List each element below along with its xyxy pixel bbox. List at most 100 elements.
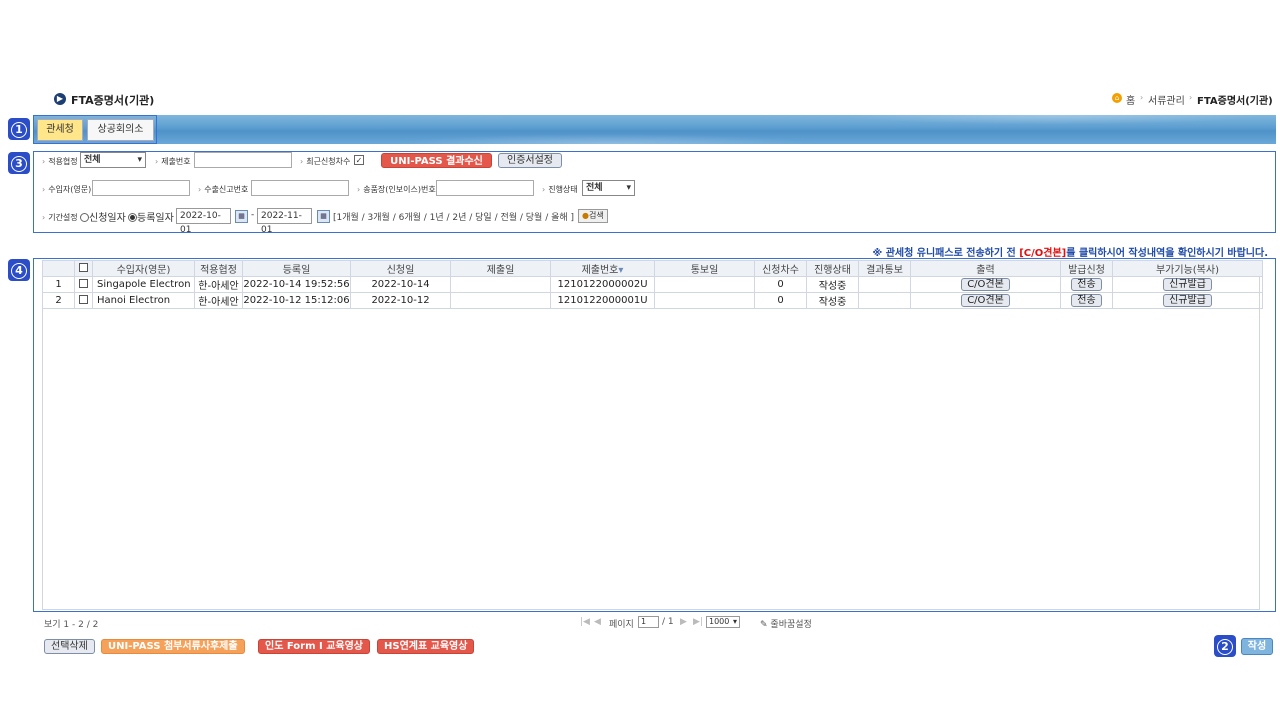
applied-cell: 2022-10-14	[350, 276, 451, 293]
notified-cell	[654, 276, 755, 293]
date-from-input[interactable]: 2022-10-01	[176, 208, 231, 235]
export-decl-input[interactable]	[251, 180, 349, 196]
write-button[interactable]: 작성	[1241, 638, 1273, 655]
column-settings-link[interactable]: ✎ 줄바꿈설정	[760, 617, 812, 630]
status-cell: 작성중	[806, 276, 859, 293]
last-page-icon[interactable]: ▶|	[693, 617, 703, 627]
date-to-input[interactable]: 2022-11-01	[257, 208, 312, 235]
calendar-icon[interactable]: ▦	[235, 210, 248, 223]
submit-no-label: 제출번호	[155, 156, 190, 167]
title-arrow-icon: ▶	[54, 93, 66, 105]
chevron-down-icon: ▾	[626, 183, 631, 193]
print-cell: C/O견본	[910, 292, 1061, 309]
col-agreement[interactable]: 적용협정	[194, 260, 243, 277]
registered-cell: 2022-10-14 19:52:56	[242, 276, 351, 293]
importer-cell[interactable]: Hanoi Electron	[92, 292, 195, 309]
col-importer[interactable]: 수입자(영문)	[92, 260, 195, 277]
row-checkbox-cell[interactable]	[74, 292, 93, 309]
first-page-icon[interactable]: |◀	[580, 617, 590, 627]
col-applied[interactable]: 신청일	[350, 260, 451, 277]
result-cell	[858, 292, 911, 309]
new-issue-button[interactable]: 신규발급	[1163, 278, 1212, 291]
col-select-all[interactable]	[74, 260, 93, 277]
breadcrumb-docs[interactable]: 서류관리	[1148, 92, 1185, 107]
radio-selected-icon	[128, 213, 137, 222]
co-sample-button[interactable]: C/O견본	[961, 294, 1010, 307]
send-button[interactable]: 전송	[1071, 278, 1102, 291]
unipass-attach-button[interactable]: UNI-PASS 첨부서류사후제출	[101, 639, 245, 654]
tab-chamber-of-commerce[interactable]: 상공회의소	[87, 119, 154, 141]
new-issue-button[interactable]: 신규발급	[1163, 294, 1212, 307]
row-number: 1	[42, 276, 75, 293]
india-form-video-button[interactable]: 인도 Form I 교육영상	[258, 639, 371, 654]
status-select[interactable]: 전체 ▾	[582, 180, 635, 196]
agreement-cell: 한-아세안	[194, 292, 243, 309]
delete-selected-button[interactable]: 선택삭제	[44, 639, 95, 654]
breadcrumb-sep-icon: ›	[1189, 93, 1193, 102]
page-size-select[interactable]: 1000 ▾	[706, 616, 740, 628]
chevron-down-icon: ▾	[732, 617, 737, 626]
col-status[interactable]: 진행상태	[806, 260, 859, 277]
col-submitted[interactable]: 제출일	[450, 260, 551, 277]
wrench-icon: ✎	[760, 620, 768, 630]
next-page-icon[interactable]: ▶	[680, 617, 687, 627]
submit-no-cell: 1210122000002U	[550, 276, 655, 293]
col-submit-no[interactable]: 제출번호▾	[550, 260, 655, 277]
col-round[interactable]: 신청차수	[754, 260, 807, 277]
tab-band-decoration	[160, 115, 1276, 144]
importer-cell[interactable]: Singapole Electron	[92, 276, 195, 293]
issue-cell: 전송	[1060, 276, 1113, 293]
agreement-cell: 한-아세안	[194, 276, 243, 293]
calendar-icon[interactable]: ▦	[317, 210, 330, 223]
page-input[interactable]: 1	[638, 616, 659, 628]
marker-2: 2	[1214, 635, 1236, 657]
submitted-cell	[450, 292, 551, 309]
registered-cell: 2022-10-12 15:12:06	[242, 292, 351, 309]
submit-no-input[interactable]	[194, 152, 292, 168]
round-cell: 0	[754, 276, 807, 293]
latest-round-checkbox[interactable]: ✓	[354, 155, 364, 165]
col-copy[interactable]: 부가기능(복사)	[1112, 260, 1263, 277]
col-print[interactable]: 출력	[910, 260, 1061, 277]
quick-period-links[interactable]: [1개월 / 3개월 / 6개월 / 1년 / 2년 / 당일 / 전월 / 당…	[333, 210, 574, 223]
co-sample-button[interactable]: C/O견본	[961, 278, 1010, 291]
send-button[interactable]: 전송	[1071, 294, 1102, 307]
col-result[interactable]: 결과통보	[858, 260, 911, 277]
radio-register-date[interactable]: 등록일자	[128, 209, 174, 224]
col-num	[42, 260, 75, 277]
issue-cell: 전송	[1060, 292, 1113, 309]
export-decl-label: 수출신고번호	[198, 184, 248, 195]
hs-table-video-button[interactable]: HS연계표 교육영상	[377, 639, 475, 654]
page-total: / 1	[662, 617, 674, 627]
importer-input[interactable]	[92, 180, 190, 196]
unipass-receive-button[interactable]: UNI-PASS 결과수신	[381, 153, 492, 168]
period-label: 기간설정	[42, 212, 77, 223]
select-all-checkbox[interactable]	[79, 263, 88, 272]
radio-apply-date[interactable]: 신청일자	[80, 209, 126, 224]
notice-text: ※ 관세청 유니패스로 전송하기 전 [C/O견본]를 클릭하시어 작성내역을 …	[872, 248, 1268, 259]
invoice-input[interactable]	[436, 180, 534, 196]
marker-1: 1	[8, 118, 30, 140]
table-row[interactable]: 2 Hanoi Electron 한-아세안 2022-10-12 15:12:…	[42, 292, 1263, 309]
cert-settings-button[interactable]: 인증서설정	[498, 153, 562, 168]
agreement-select[interactable]: 전체 ▾	[80, 152, 146, 168]
col-issue[interactable]: 발급신청	[1060, 260, 1113, 277]
home-icon[interactable]: ⌂	[1112, 93, 1122, 103]
tab-customs[interactable]: 관세청	[37, 119, 83, 141]
breadcrumb-current: FTA증명서(기관)	[1197, 96, 1273, 107]
row-checkbox-cell[interactable]	[74, 276, 93, 293]
row-number: 2	[42, 292, 75, 309]
prev-page-icon[interactable]: ◀	[594, 617, 601, 627]
copy-cell: 신규발급	[1112, 292, 1263, 309]
result-cell	[858, 276, 911, 293]
search-button[interactable]: ●검색	[578, 209, 608, 223]
col-registered[interactable]: 등록일	[242, 260, 351, 277]
col-notified[interactable]: 통보일	[654, 260, 755, 277]
breadcrumb-home[interactable]: 홈	[1126, 92, 1135, 107]
row-checkbox[interactable]	[79, 295, 88, 304]
marker-4: 4	[8, 259, 30, 281]
row-checkbox[interactable]	[79, 279, 88, 288]
magnifier-icon: ●	[582, 211, 589, 220]
table-row[interactable]: 1 Singapole Electron 한-아세안 2022-10-14 19…	[42, 276, 1263, 293]
results-table: 수입자(영문) 적용협정 등록일 신청일 제출일 제출번호▾ 통보일 신청차수 …	[42, 260, 1263, 309]
